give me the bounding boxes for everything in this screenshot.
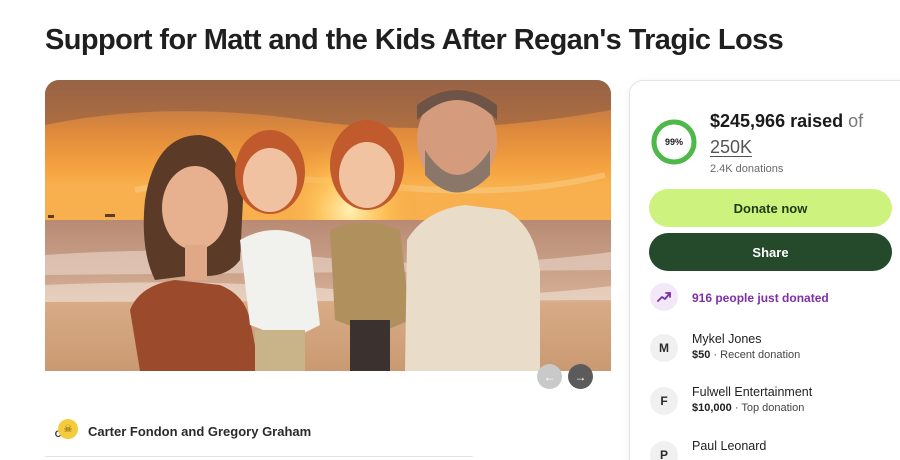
organizer-row[interactable]: C ☠ Carter Fondon and Gregory Graham: [45, 419, 312, 444]
donor-meta: $10,000 · Top donation: [692, 402, 804, 414]
organizer-secondary-avatar-icon: ☠: [58, 419, 78, 439]
donor-avatar: P: [650, 441, 678, 460]
donor-item: F Fulwell Entertainment $10,000 · Top do…: [650, 385, 900, 417]
donate-now-button[interactable]: Donate now: [649, 189, 892, 227]
donor-avatar: F: [650, 387, 678, 415]
donor-item: P Paul Leonard: [650, 439, 900, 460]
carousel-next-button[interactable]: →: [568, 364, 593, 389]
donor-name: Fulwell Entertainment: [692, 385, 813, 399]
donor-avatar: M: [650, 334, 678, 362]
amount-raised: $245,966 raised of: [710, 108, 863, 135]
arrow-right-icon: →: [574, 369, 587, 384]
amount-raised-value: $245,966 raised: [710, 111, 844, 131]
donor-note: · Recent donation: [710, 349, 801, 361]
recent-activity-text: 916 people just donated: [692, 291, 829, 305]
organizer-avatars: C ☠: [45, 419, 79, 444]
donor-name: Paul Leonard: [692, 439, 767, 453]
donor-note: · Top donation: [731, 402, 805, 414]
donor-meta: $50 · Recent donation: [692, 349, 800, 361]
donor-name: Mykel Jones: [692, 332, 762, 346]
page-title: Support for Matt and the Kids After Rega…: [45, 24, 784, 56]
donor-amount: $10,000: [692, 402, 732, 414]
divider: [45, 456, 473, 457]
carousel-prev-button[interactable]: ←: [537, 364, 562, 389]
donor-amount: $50: [692, 349, 711, 361]
family-photo-image: [45, 80, 611, 371]
progress-percent: 99%: [664, 137, 683, 147]
donation-card: 99% $245,966 raised of 250K 2.4K donatio…: [629, 80, 900, 460]
hero-photo[interactable]: [45, 80, 611, 371]
organizer-name: Carter Fondon and Gregory Graham: [88, 423, 312, 439]
trending-icon: [650, 283, 678, 311]
donation-count: 2.4K donations: [710, 163, 784, 175]
donor-item: M Mykel Jones $50 · Recent donation: [650, 332, 900, 364]
amount-of-label: of: [848, 111, 864, 131]
share-button[interactable]: Share: [649, 233, 892, 271]
arrow-left-icon: ←: [543, 369, 556, 384]
goal-amount[interactable]: 250K: [710, 135, 752, 159]
